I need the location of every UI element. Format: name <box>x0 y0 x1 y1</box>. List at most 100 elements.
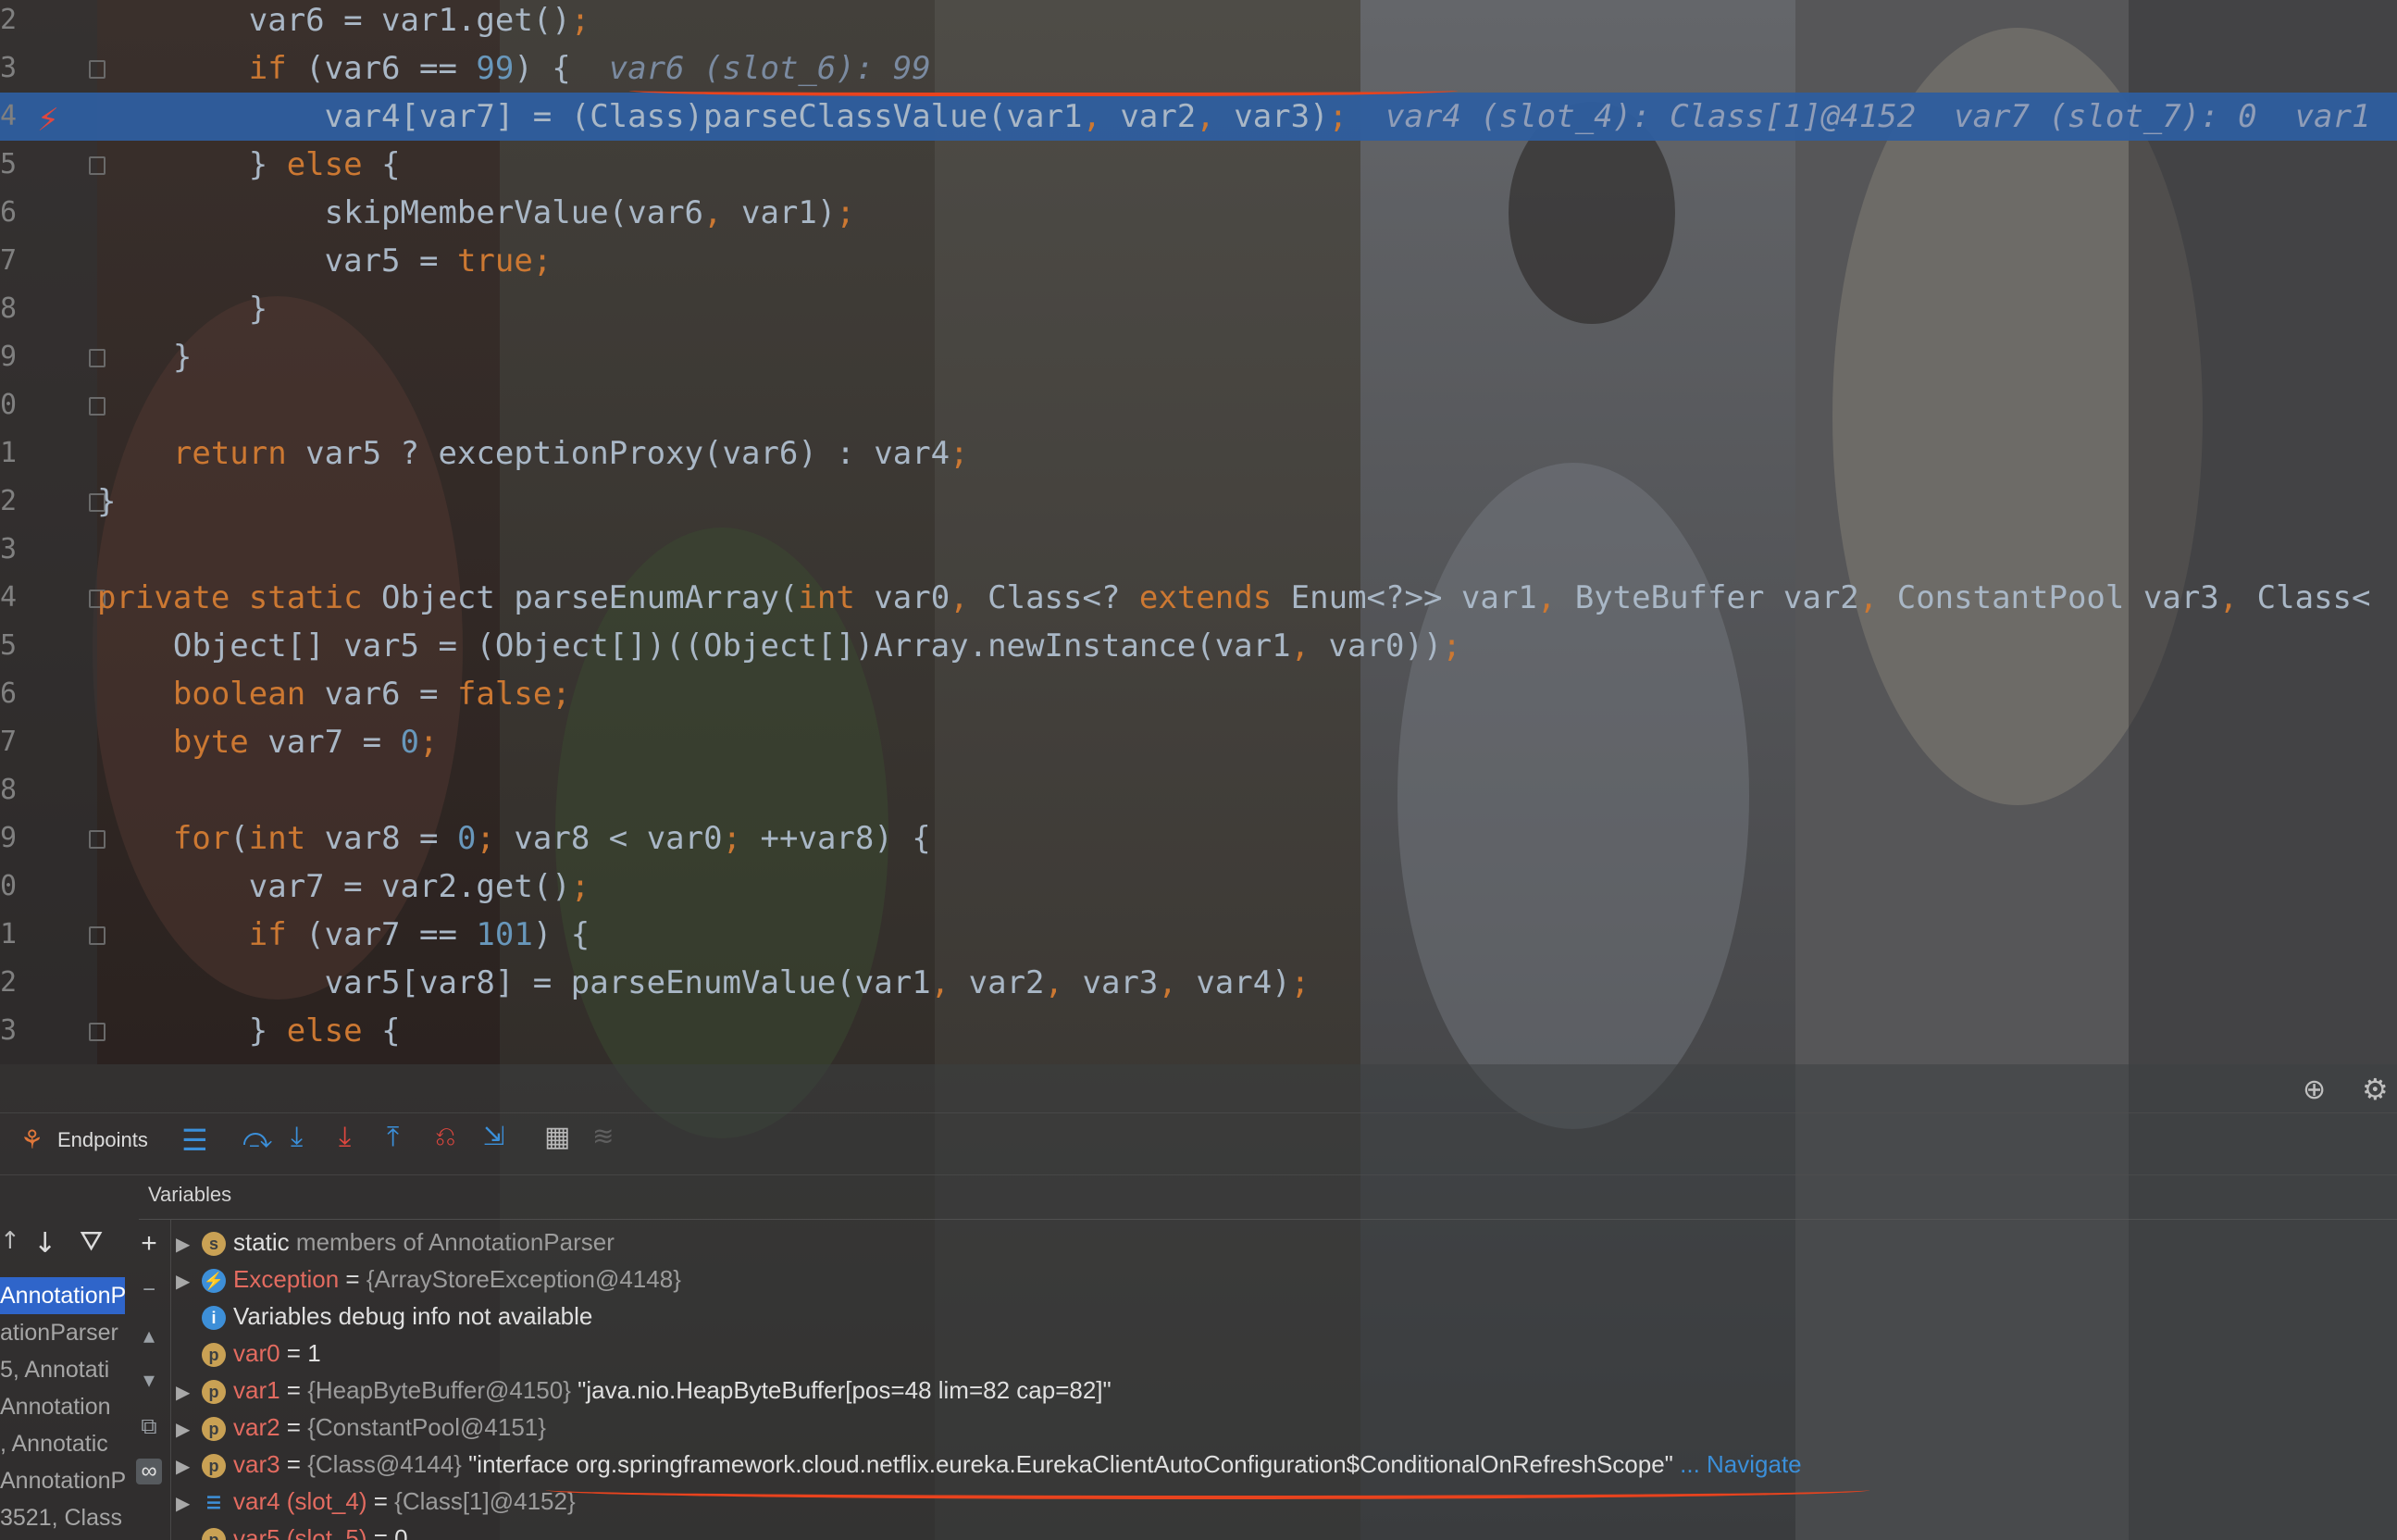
variable-row[interactable]: i Variables debug info not available <box>176 1298 592 1335</box>
line-number[interactable]: 9 <box>0 814 17 863</box>
remove-watch-icon[interactable]: − <box>136 1277 162 1303</box>
code-token: 0 <box>456 820 477 857</box>
code-text: } <box>97 478 116 526</box>
code-line[interactable]: 3 } else { <box>0 1007 2397 1055</box>
variable-row[interactable]: ▶ p var3 = {Class@4144} "interface org.spr… <box>176 1446 1802 1483</box>
expand-arrow-icon[interactable]: ▶ <box>176 1374 202 1411</box>
breakpoint-icon[interactable]: ⚡ <box>37 96 59 144</box>
line-number[interactable]: 6 <box>0 670 17 718</box>
line-number[interactable]: 3 <box>0 44 17 93</box>
frame-item[interactable]: , Annotatic <box>0 1425 108 1462</box>
code-line[interactable]: 2} <box>0 478 2397 526</box>
expand-arrow-icon[interactable]: ▶ <box>176 1263 202 1300</box>
step-over-icon[interactable]: ⤼ <box>242 1123 272 1155</box>
filter-icon[interactable]: ⛛ <box>80 1225 103 1258</box>
line-number[interactable]: 3 <box>0 526 17 574</box>
code-line[interactable]: 6 boolean var6 = false; <box>0 670 2397 718</box>
code-token: var3 <box>1082 964 1159 1001</box>
variable-row[interactable]: p var0 = 1 <box>176 1335 321 1372</box>
step-into-icon[interactable]: ⤓ <box>291 1121 303 1153</box>
line-number[interactable]: 0 <box>0 381 17 429</box>
code-token: ; <box>722 820 761 857</box>
up-arrow-icon[interactable]: ↑ <box>0 1227 20 1255</box>
tab-endpoints[interactable]: Endpoints <box>57 1128 148 1152</box>
line-number[interactable]: 7 <box>0 237 17 285</box>
expand-arrow-icon[interactable]: ▶ <box>176 1411 202 1448</box>
line-number[interactable]: 5 <box>0 141 17 189</box>
run-to-cursor-icon[interactable]: ⇲ <box>483 1121 504 1151</box>
expand-arrow-icon[interactable]: ▶ <box>176 1448 202 1485</box>
code-line[interactable]: 1 if (var7 == 101) { <box>0 911 2397 959</box>
code-line[interactable]: 7 byte var7 = 0; <box>0 718 2397 766</box>
code-line[interactable]: 0 var7 = var2.get(); <box>0 863 2397 911</box>
code-line[interactable]: 2 var5[var8] = parseEnumValue(var1, var2… <box>0 959 2397 1007</box>
move-down-icon[interactable]: ▾ <box>136 1368 162 1394</box>
code-line[interactable]: 1 return var5 ? exceptionProxy(var6) : v… <box>0 429 2397 478</box>
fold-marker-icon[interactable] <box>89 397 106 416</box>
evaluate-expression-icon[interactable]: ▦ <box>544 1121 570 1153</box>
frame-item[interactable]: AnnotationP <box>0 1277 125 1314</box>
add-watch-icon[interactable]: + <box>136 1230 162 1258</box>
expand-arrow-icon[interactable]: ▶ <box>176 1485 202 1522</box>
line-number[interactable]: 1 <box>0 911 17 959</box>
line-number[interactable]: 6 <box>0 189 17 237</box>
watches-icon[interactable]: ∞ <box>136 1459 162 1484</box>
line-number[interactable]: 3 <box>0 1007 17 1055</box>
force-step-into-icon[interactable]: ⤓ <box>339 1121 351 1153</box>
code-text: } else { <box>97 141 401 189</box>
code-token: var5 ? exceptionProxy(var6) : var4 <box>305 435 950 472</box>
variable-row[interactable]: ▶ ☰ var4 (slot_4) = {Class[1]@4152} <box>176 1483 576 1520</box>
code-line[interactable]: 5 Object[] var5 = (Object[])((Object[])A… <box>0 622 2397 670</box>
code-line[interactable]: 4 private static Object parseEnumArray(in… <box>0 574 2397 622</box>
line-number[interactable]: 2 <box>0 478 17 526</box>
step-out-icon[interactable]: ⤒ <box>387 1121 399 1153</box>
code-line-current[interactable]: 4 ⚡ var4[var7] = (Class)parseClassValue(v… <box>0 93 2397 141</box>
frame-item[interactable]: ationParser <box>0 1314 118 1351</box>
frame-item[interactable]: 3521, Class <box>0 1499 122 1536</box>
line-number[interactable]: 8 <box>0 766 17 814</box>
code-line[interactable]: 3 <box>0 526 2397 574</box>
copy-icon[interactable]: ⧉ <box>136 1414 162 1440</box>
code-text: } <box>97 285 267 333</box>
show-execution-point-icon[interactable]: ☰ <box>181 1123 208 1158</box>
variable-row[interactable]: ▶ ⚡ Exception = {ArrayStoreException@4148} <box>176 1261 681 1298</box>
code-editor[interactable]: 2 var6 = var1.get(); 3 if (var6 == 99) { … <box>0 0 2397 1064</box>
navigate-link[interactable]: ... Navigate <box>1673 1450 1802 1478</box>
code-line[interactable]: 6 skipMemberValue(var6, var1); <box>0 189 2397 237</box>
line-number[interactable]: 9 <box>0 333 17 381</box>
frame-item[interactable]: Annotation <box>0 1388 111 1425</box>
frames-list: AnnotationP ationParser 5, Annotati Annotat… <box>0 1277 125 1540</box>
variable-row[interactable]: ▶ p var2 = {ConstantPool@4151} <box>176 1409 546 1446</box>
crosshair-icon[interactable]: ⊕ <box>2303 1074 2326 1106</box>
endpoints-icon[interactable]: ⚘ <box>20 1124 43 1155</box>
line-number[interactable]: 4 <box>0 93 17 141</box>
line-number[interactable]: 5 <box>0 622 17 670</box>
code-line[interactable]: 7 var5 = true; <box>0 237 2397 285</box>
code-text: var7 = var2.get(); <box>97 863 590 911</box>
expand-arrow-icon[interactable]: ▶ <box>176 1226 202 1263</box>
line-number[interactable]: 0 <box>0 863 17 911</box>
drop-frame-icon[interactable]: ⎌ <box>435 1121 455 1152</box>
code-line[interactable]: 9 for(int var8 = 0; var8 < var0; ++var8)… <box>0 814 2397 863</box>
line-number[interactable]: 7 <box>0 718 17 766</box>
line-number[interactable]: 8 <box>0 285 17 333</box>
code-line[interactable]: 8 <box>0 766 2397 814</box>
down-arrow-icon[interactable]: ↓ <box>33 1227 56 1260</box>
move-up-icon[interactable]: ▴ <box>136 1323 162 1349</box>
code-line[interactable]: 5 } else { <box>0 141 2397 189</box>
line-number[interactable]: 2 <box>0 959 17 1007</box>
code-line[interactable]: 0 <box>0 381 2397 429</box>
code-line[interactable]: 9 } <box>0 333 2397 381</box>
line-number[interactable]: 1 <box>0 429 17 478</box>
line-number[interactable]: 4 <box>0 574 17 622</box>
variable-row[interactable]: p var5 (slot_5) = 0 <box>176 1520 408 1540</box>
frame-item[interactable]: 5, Annotati <box>0 1351 109 1388</box>
gear-icon[interactable]: ⚙ <box>2362 1072 2389 1107</box>
variable-row[interactable]: ▶ s static members of AnnotationParser <box>176 1223 615 1261</box>
line-number[interactable]: 2 <box>0 0 17 44</box>
variable-row[interactable]: ▶ p var1 = {HeapByteBuffer@4150} "java.nio… <box>176 1372 1112 1409</box>
code-line[interactable]: 8 } <box>0 285 2397 333</box>
trace-icon[interactable]: ≋ <box>592 1121 614 1151</box>
code-token: ; <box>1290 964 1310 1001</box>
frame-item[interactable]: AnnotationP <box>0 1462 125 1499</box>
